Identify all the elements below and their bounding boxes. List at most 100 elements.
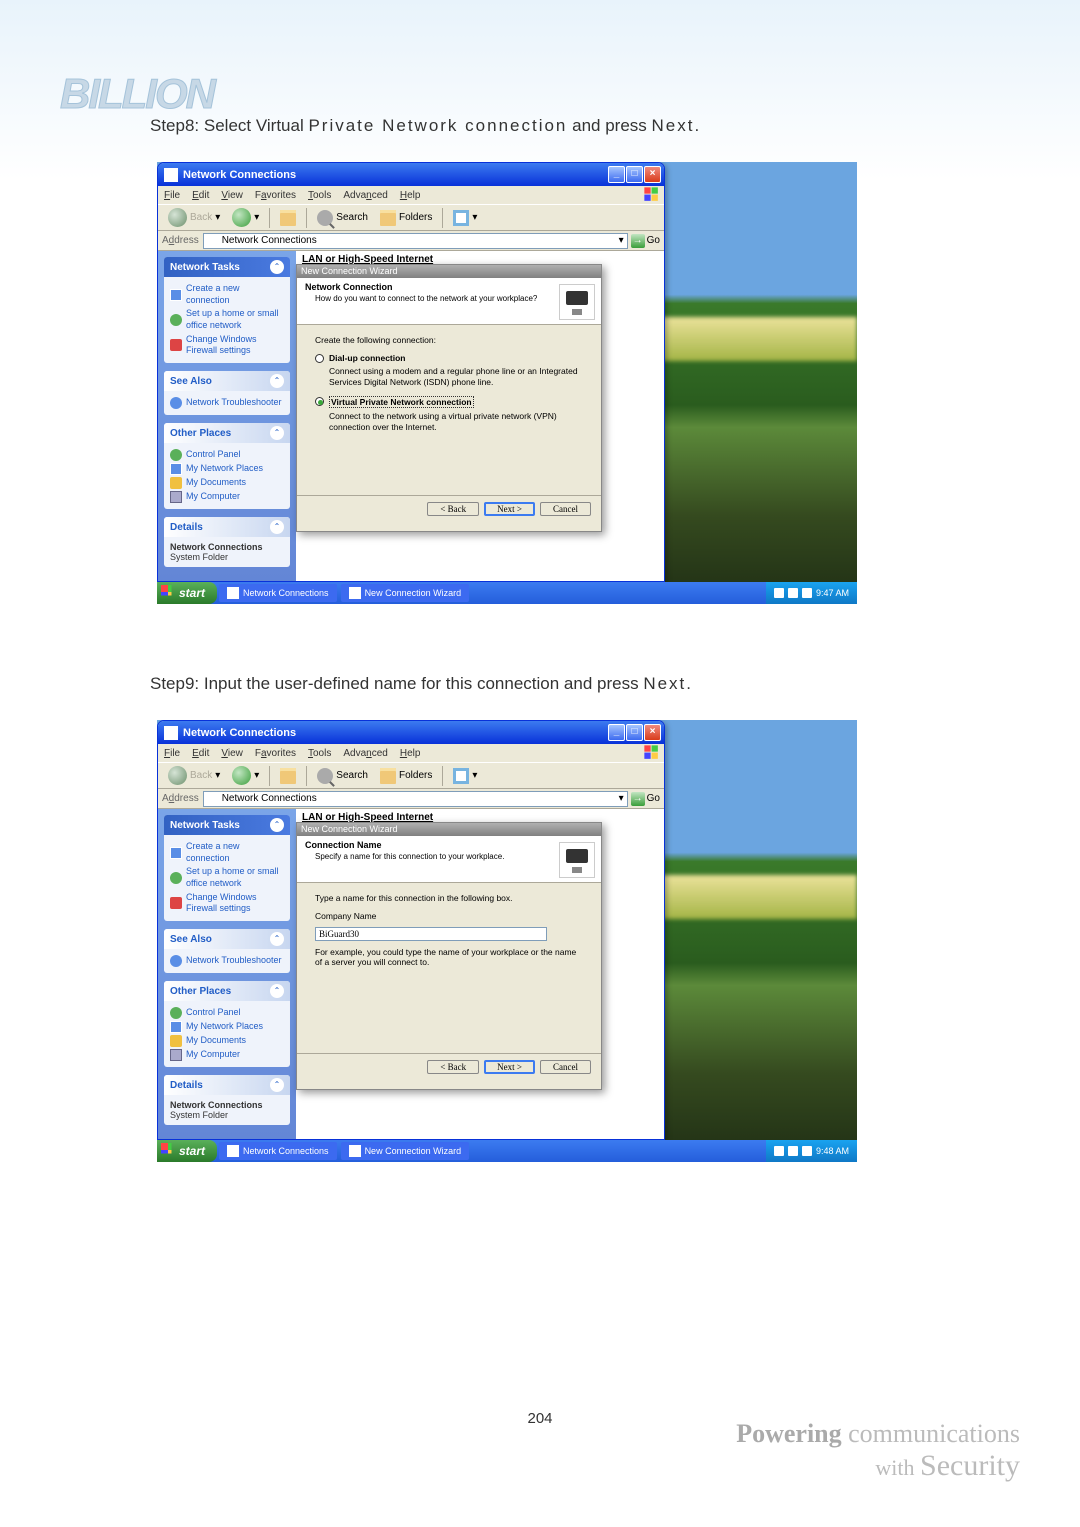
- company-name-input[interactable]: [315, 927, 547, 941]
- up-button[interactable]: [276, 766, 300, 786]
- go-button[interactable]: →Go: [631, 234, 660, 248]
- titlebar[interactable]: Network Connections _ □ ×: [158, 721, 664, 744]
- taskbar-item-network[interactable]: Network Connections: [219, 1142, 337, 1160]
- link-documents[interactable]: My Documents: [170, 1034, 284, 1048]
- menu-help[interactable]: Help: [400, 190, 421, 201]
- forward-button[interactable]: ▾: [228, 206, 263, 229]
- forward-button[interactable]: ▾: [228, 764, 263, 787]
- link-troubleshooter[interactable]: Network Troubleshooter: [170, 954, 284, 968]
- panel-header[interactable]: Network Tasks⌃: [164, 815, 290, 835]
- next-button[interactable]: Next >: [484, 1060, 535, 1074]
- search-button[interactable]: Search: [313, 208, 372, 228]
- addressbar: Address Network Connections ▾ →Go: [158, 231, 664, 251]
- address-field[interactable]: Network Connections ▾: [203, 233, 628, 249]
- link-network-places[interactable]: My Network Places: [170, 1020, 284, 1034]
- wizard-title: Network Connection: [305, 282, 593, 292]
- next-button[interactable]: Next >: [484, 502, 535, 516]
- back-button[interactable]: < Back: [427, 502, 479, 516]
- explorer-window: Network Connections _ □ × File Edit View…: [157, 162, 665, 582]
- wizard-title: Connection Name: [305, 840, 593, 850]
- panel-header[interactable]: Other Places⌃: [164, 981, 290, 1001]
- back-button[interactable]: < Back: [427, 1060, 479, 1074]
- panel-header[interactable]: See Also⌃: [164, 371, 290, 391]
- menu-tools[interactable]: Tools: [308, 190, 331, 201]
- details-panel: Details⌃ Network Connections System Fold…: [164, 517, 290, 567]
- wizard-header-area: Network Connection How do you want to co…: [297, 278, 601, 325]
- maximize-button[interactable]: □: [626, 724, 643, 741]
- cancel-button[interactable]: Cancel: [540, 502, 591, 516]
- menu-advanced[interactable]: Advanced: [343, 190, 387, 201]
- link-troubleshooter[interactable]: Network Troubleshooter: [170, 396, 284, 410]
- taskbar-item-wizard[interactable]: New Connection Wizard: [341, 584, 470, 602]
- radio-vpn[interactable]: Virtual Private Network connection: [315, 396, 583, 408]
- views-button[interactable]: ▾: [449, 766, 481, 786]
- minimize-button[interactable]: _: [608, 724, 625, 741]
- panel-header[interactable]: See Also⌃: [164, 929, 290, 949]
- menu-advanced[interactable]: Advanced: [343, 748, 387, 759]
- panel-header[interactable]: Details⌃: [164, 517, 290, 537]
- task-create-connection[interactable]: Create a new connection: [170, 840, 284, 865]
- link-control-panel[interactable]: Control Panel: [170, 448, 284, 462]
- menu-tools[interactable]: Tools: [308, 748, 331, 759]
- wizard-titlebar[interactable]: New Connection Wizard: [297, 823, 601, 836]
- new-connection-wizard-dialog: New Connection Wizard Network Connection…: [296, 264, 602, 532]
- task-firewall[interactable]: Change Windows Firewall settings: [170, 891, 284, 916]
- task-create-connection[interactable]: Create a new connection: [170, 282, 284, 307]
- panel-header[interactable]: Other Places⌃: [164, 423, 290, 443]
- titlebar[interactable]: Network Connections _ □ ×: [158, 163, 664, 186]
- chevron-icon: ⌃: [270, 1078, 284, 1092]
- task-setup-network[interactable]: Set up a home or small office network: [170, 865, 284, 890]
- menu-view[interactable]: View: [221, 190, 243, 201]
- menu-help[interactable]: Help: [400, 748, 421, 759]
- address-dropdown-icon[interactable]: ▾: [619, 235, 624, 246]
- task-setup-network[interactable]: Set up a home or small office network: [170, 307, 284, 332]
- go-icon: →: [631, 792, 645, 806]
- panel-header[interactable]: Network Tasks⌃: [164, 257, 290, 277]
- menubar: File Edit View Favorites Tools Advanced …: [158, 186, 664, 204]
- back-button[interactable]: Back ▾: [164, 206, 224, 229]
- menu-favorites[interactable]: Favorites: [255, 748, 296, 759]
- search-button[interactable]: Search: [313, 766, 372, 786]
- wizard-titlebar[interactable]: New Connection Wizard: [297, 265, 601, 278]
- window-buttons: _ □ ×: [608, 166, 661, 183]
- tray-icon: [788, 1146, 798, 1156]
- start-button[interactable]: start: [157, 1140, 217, 1162]
- link-control-panel[interactable]: Control Panel: [170, 1006, 284, 1020]
- system-tray[interactable]: 9:47 AM: [766, 582, 857, 604]
- up-button[interactable]: [276, 208, 300, 228]
- folders-button[interactable]: Folders: [376, 208, 436, 228]
- radio-dialup[interactable]: Dial-up connection: [315, 353, 583, 363]
- panel-header[interactable]: Details⌃: [164, 1075, 290, 1095]
- menu-edit[interactable]: Edit: [192, 190, 209, 201]
- menu-favorites[interactable]: Favorites: [255, 190, 296, 201]
- close-button[interactable]: ×: [644, 724, 661, 741]
- system-tray[interactable]: 9:48 AM: [766, 1140, 857, 1162]
- taskbar-item-network[interactable]: Network Connections: [219, 584, 337, 602]
- link-network-places[interactable]: My Network Places: [170, 462, 284, 476]
- back-button[interactable]: Back ▾: [164, 764, 224, 787]
- close-button[interactable]: ×: [644, 166, 661, 183]
- go-button[interactable]: →Go: [631, 792, 660, 806]
- link-documents[interactable]: My Documents: [170, 476, 284, 490]
- cancel-button[interactable]: Cancel: [540, 1060, 591, 1074]
- address-dropdown-icon[interactable]: ▾: [619, 793, 624, 804]
- taskbar-item-wizard[interactable]: New Connection Wizard: [341, 1142, 470, 1160]
- views-button[interactable]: ▾: [449, 208, 481, 228]
- tray-time: 9:48 AM: [816, 1146, 849, 1156]
- link-my-computer[interactable]: My Computer: [170, 490, 284, 504]
- back-icon: [168, 208, 187, 227]
- task-firewall[interactable]: Change Windows Firewall settings: [170, 333, 284, 358]
- chevron-icon: ⌃: [270, 984, 284, 998]
- folders-button[interactable]: Folders: [376, 766, 436, 786]
- menu-file[interactable]: File: [164, 748, 180, 759]
- menu-view[interactable]: View: [221, 748, 243, 759]
- minimize-button[interactable]: _: [608, 166, 625, 183]
- menu-file[interactable]: File: [164, 190, 180, 201]
- menu-edit[interactable]: Edit: [192, 748, 209, 759]
- start-button[interactable]: start: [157, 582, 217, 604]
- menubar: File Edit View Favorites Tools Advanced …: [158, 744, 664, 762]
- address-field[interactable]: Network Connections ▾: [203, 791, 628, 807]
- maximize-button[interactable]: □: [626, 166, 643, 183]
- wizard-header-area: Connection Name Specify a name for this …: [297, 836, 601, 883]
- link-my-computer[interactable]: My Computer: [170, 1048, 284, 1062]
